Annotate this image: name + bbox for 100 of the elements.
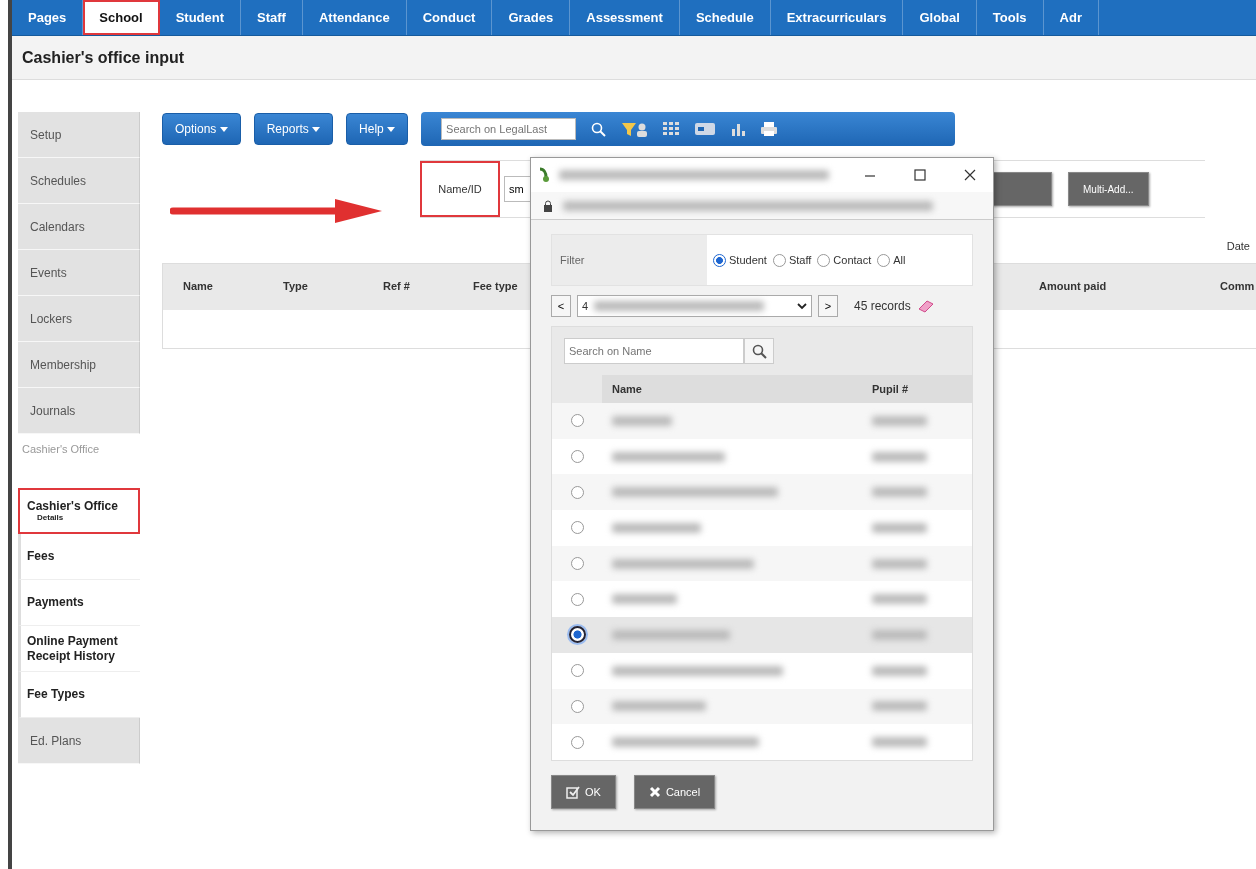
sidebar-heading: Cashier's Office [21,442,101,457]
caret-icon [387,126,396,133]
nav-tab[interactable]: Schedule [679,0,771,35]
list-row[interactable] [552,403,972,439]
maximize-icon[interactable] [913,168,927,182]
date-label: Date [1226,240,1250,252]
multi-add-button[interactable]: Multi-Add... [1068,172,1149,206]
row-radio[interactable] [570,557,584,571]
search-icon[interactable] [590,121,607,137]
row-radio[interactable] [570,664,584,678]
list-row[interactable] [552,724,972,760]
sidebar-item[interactable]: Fees [18,534,140,580]
column-header: Fee type [473,279,518,295]
print-icon[interactable] [760,121,779,137]
filter-radio[interactable]: All [877,251,906,269]
list-row[interactable] [552,438,972,475]
card-icon[interactable] [694,121,717,137]
page-select[interactable]: 4 [577,295,812,317]
close-icon [648,785,661,798]
sidebar-tab[interactable]: Journals [18,388,140,434]
column-header: Name [611,381,643,397]
list-row[interactable] [552,474,972,511]
page-title: Cashier's office input [12,36,1256,80]
sidebar-item-label: Cashier's Office [27,498,119,513]
sidebar-item[interactable]: Cashier's Office Details [18,488,140,534]
sidebar-tab[interactable]: Ed. Plans [18,718,140,764]
menu-button[interactable]: Reports [253,113,334,145]
filter-radio[interactable]: Staff [772,251,812,269]
column-header: Amount paid [1039,279,1107,295]
ok-button[interactable]: OK [551,774,616,809]
blurred-pupil-number [872,701,927,712]
sidebar-item[interactable]: Payments [18,580,140,626]
filter-icon[interactable] [620,120,649,138]
list-row[interactable] [552,545,972,582]
blurred-pupil-number [872,487,927,498]
grid-icon[interactable] [662,121,681,137]
blurred-pupil-number [872,558,927,569]
blurred-name [612,594,677,605]
sidebar-tab[interactable]: Schedules [18,158,140,204]
search-field[interactable]: Search on Name [564,338,744,364]
nav-tab[interactable]: Staff [241,0,303,35]
filter-radio[interactable]: Student [713,251,767,269]
list-row[interactable] [552,652,972,689]
search-field[interactable]: Search on LegalLast [441,118,577,140]
sidebar-tab[interactable]: Lockers [18,296,140,342]
column-header: Type [283,279,308,295]
next-button[interactable]: > [818,295,838,317]
list-row[interactable] [552,688,972,725]
caret-icon [312,126,321,133]
lock-icon [543,199,553,212]
nav-tab[interactable]: Adr [1043,0,1099,35]
sidebar-item-sublabel: Details [37,512,65,523]
nav-tab[interactable]: School [83,0,160,35]
column-header: Comm [1220,279,1255,295]
blurred-pupil-number [872,451,927,462]
nav-tab[interactable]: Conduct [406,0,493,35]
checkbox-icon [566,784,580,799]
search-icon [751,343,767,359]
close-icon[interactable] [963,168,977,182]
previous-button[interactable]: < [551,295,571,317]
row-radio[interactable] [570,450,584,464]
cancel-button[interactable]: Cancel [633,774,716,809]
sidebar-item[interactable]: Online Payment Receipt History [18,626,140,672]
blurred-pupil-number [872,629,927,640]
row-radio[interactable] [570,414,584,428]
bar-chart-icon[interactable] [730,121,747,137]
sidebar-tab[interactable]: Events [18,250,140,296]
sidebar-tab[interactable]: Membership [18,342,140,388]
search-button[interactable] [744,338,774,364]
nav-tab[interactable]: Extracurriculars [770,0,904,35]
blurred-pupil-number [872,594,927,605]
blurred-name [612,415,672,426]
column-header: Name [183,279,213,295]
list-row[interactable] [552,510,972,546]
nav-tab[interactable]: Grades [492,0,571,35]
row-radio[interactable] [570,592,584,606]
app-icon [537,167,551,183]
nav-tab[interactable]: Tools [976,0,1044,35]
action-button[interactable] [992,172,1052,206]
nav-tab[interactable]: Attendance [302,0,407,35]
row-radio[interactable] [570,521,584,535]
blurred-pupil-number [872,522,927,533]
blurred-pupil-number [872,665,927,676]
menu-button[interactable]: Options [162,113,241,145]
nav-tab[interactable]: Global [903,0,977,35]
column-header: Ref # [383,279,410,295]
menu-button[interactable]: Help [346,113,409,145]
nav-tab[interactable]: Student [159,0,242,35]
row-radio[interactable] [570,485,584,499]
sidebar-tab[interactable]: Setup [18,112,140,158]
row-radio[interactable] [570,735,584,749]
nav-tab[interactable]: Assessment [570,0,680,35]
row-radio[interactable] [568,626,586,644]
eraser-icon[interactable] [916,299,935,313]
field-label: Name/ID [420,161,500,217]
sidebar-tab[interactable]: Calendars [18,204,140,250]
row-radio[interactable] [570,699,584,713]
filter-radio[interactable]: Contact [817,251,872,269]
list-row[interactable] [552,581,972,618]
blurred-pupil-number [872,415,927,426]
